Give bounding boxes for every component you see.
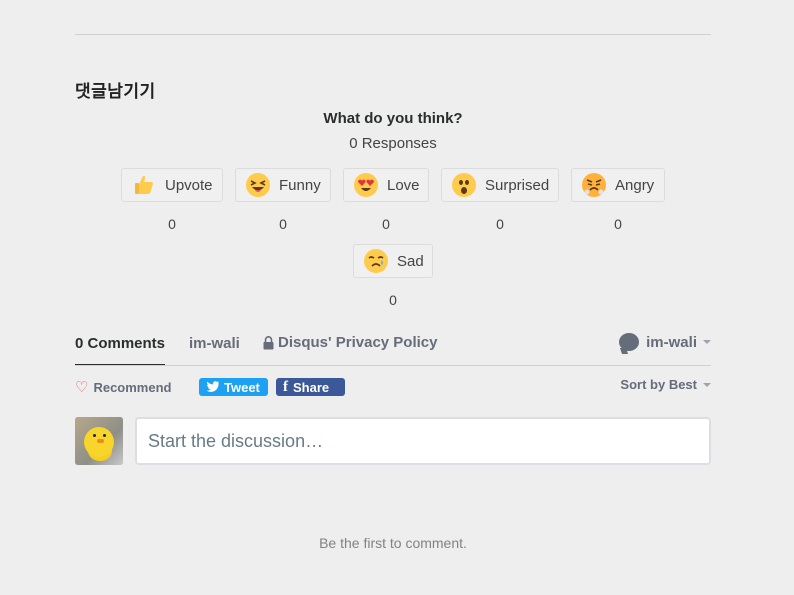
reactions-responses-count: 0 Responses xyxy=(349,135,437,152)
reaction-count-funny: 0 xyxy=(279,216,287,232)
avatar xyxy=(75,417,123,465)
comment-input[interactable]: Start the discussion… xyxy=(135,417,711,465)
sad-face-icon xyxy=(364,249,388,273)
angry-face-icon xyxy=(582,173,606,197)
section-title: 댓글남기기 xyxy=(75,82,156,101)
reaction-surprised-button[interactable]: Surprised xyxy=(441,168,559,202)
reaction-label: Surprised xyxy=(485,176,550,194)
privacy-policy-link[interactable]: Disqus' Privacy Policy xyxy=(263,334,437,351)
reaction-upvote-button[interactable]: Upvote xyxy=(121,168,223,202)
thumbs-up-icon xyxy=(132,173,156,197)
heart-icon: ♡ xyxy=(75,379,89,396)
heart-eyes-face-icon xyxy=(354,173,378,197)
tabs-divider xyxy=(75,365,711,366)
empty-state-message: Be the first to comment. xyxy=(319,535,467,551)
recommend-label: Recommend xyxy=(93,379,172,395)
privacy-policy-label: Disqus' Privacy Policy xyxy=(278,334,438,351)
reaction-count-upvote: 0 xyxy=(168,216,176,232)
user-menu[interactable]: im-wali xyxy=(619,333,711,351)
reaction-sad-button[interactable]: Sad xyxy=(353,244,433,278)
tweet-label: Tweet xyxy=(224,379,260,395)
reaction-label: Angry xyxy=(615,176,655,194)
reaction-count-sad: 0 xyxy=(389,292,397,308)
comments-nav: 0 Comments im-wali Disqus' Privacy Polic… xyxy=(75,330,711,366)
twitter-icon xyxy=(206,380,219,395)
chevron-down-icon xyxy=(703,340,711,344)
top-divider xyxy=(75,34,711,35)
facebook-icon: f xyxy=(283,378,288,395)
sort-dropdown[interactable]: Sort by Best xyxy=(620,377,711,392)
reaction-angry-button[interactable]: Angry xyxy=(571,168,665,202)
chat-bubble-icon xyxy=(619,333,640,351)
sort-label: Sort by Best xyxy=(620,377,697,392)
reaction-label: Upvote xyxy=(165,176,213,194)
reaction-label: Funny xyxy=(279,176,321,194)
recommend-button[interactable]: ♡ Recommend xyxy=(75,378,171,396)
reaction-count-angry: 0 xyxy=(614,216,622,232)
tweet-button[interactable]: Tweet xyxy=(199,378,268,396)
chevron-down-icon xyxy=(703,382,711,387)
reactions-question: What do you think? xyxy=(323,110,463,127)
lock-icon xyxy=(263,335,274,350)
reaction-count-surprised: 0 xyxy=(496,216,504,232)
tab-community[interactable]: im-wali xyxy=(189,335,240,352)
reaction-count-love: 0 xyxy=(382,216,390,232)
surprised-face-icon xyxy=(452,173,476,197)
facebook-share-button[interactable]: f Share xyxy=(276,378,345,396)
user-menu-name: im-wali xyxy=(646,333,697,351)
reaction-label: Love xyxy=(387,176,420,194)
reaction-label: Sad xyxy=(397,252,424,270)
laughing-face-icon xyxy=(246,173,270,197)
reaction-funny-button[interactable]: Funny xyxy=(235,168,331,202)
share-label: Share xyxy=(293,379,330,395)
tab-comments[interactable]: 0 Comments xyxy=(75,335,165,352)
reaction-love-button[interactable]: Love xyxy=(343,168,429,202)
